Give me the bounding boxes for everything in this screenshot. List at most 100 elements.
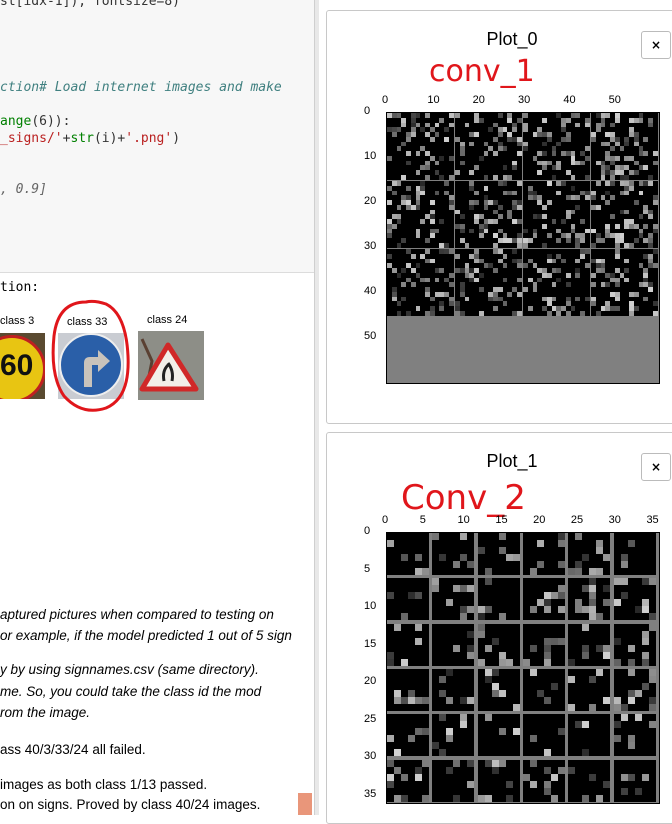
feature-map-pixel xyxy=(613,578,621,586)
feature-map-pixel xyxy=(502,301,508,307)
feature-map-pixel xyxy=(415,728,423,736)
feature-map-pixel xyxy=(558,766,566,774)
feature-map-pixel xyxy=(620,592,628,600)
feature-map-tile xyxy=(523,533,566,576)
feature-map-pixel xyxy=(474,190,479,196)
feature-map-pixel xyxy=(387,658,395,666)
feature-map-pixel xyxy=(401,122,407,128)
feature-map-pixel xyxy=(446,697,454,705)
feature-map-pixel xyxy=(589,599,597,607)
y-tick-label: 50 xyxy=(364,330,377,342)
feature-map-pixel xyxy=(595,127,601,133)
feature-map-pixel xyxy=(464,296,470,302)
feature-map-pixel xyxy=(570,209,576,215)
feature-map-pixel xyxy=(415,568,423,576)
feature-map-pixel xyxy=(505,554,513,562)
feature-map-pixel xyxy=(448,272,454,278)
feature-map-pixel xyxy=(600,174,606,180)
feature-map-pixel xyxy=(582,794,590,802)
feature-map-pixel xyxy=(619,146,625,152)
feature-map-pixel xyxy=(551,151,557,156)
feature-map-pixel xyxy=(570,185,576,191)
feature-map-pixel xyxy=(641,658,649,666)
feature-map-pixel xyxy=(460,714,468,722)
feature-map-pixel xyxy=(589,613,597,621)
feature-map-pixel xyxy=(544,606,552,614)
markdown-text: ass 40/3/33/24 all failed. xyxy=(0,742,146,757)
feature-map-pixel xyxy=(544,766,552,774)
feature-map-pixel xyxy=(467,697,475,705)
feature-map-pixel xyxy=(634,690,642,698)
plot-panel-0: Plot_0 × conv_1 0 10 20 30 40 50 0 10 20 30 40 50 xyxy=(326,10,672,424)
feature-map-tile xyxy=(523,623,566,666)
feature-map-pixel xyxy=(432,533,440,541)
feature-map-pixel xyxy=(600,122,606,128)
feature-map-pixel xyxy=(589,578,597,586)
scrollbar-thumb[interactable] xyxy=(298,793,312,815)
feature-map-pixel xyxy=(459,151,465,156)
feature-map-pixel xyxy=(633,238,639,243)
feature-map-pixel xyxy=(505,780,513,788)
feature-map-pixel xyxy=(467,644,475,652)
feature-map-tile xyxy=(568,759,611,802)
feature-map-pixel xyxy=(439,219,445,224)
feature-map-pixel xyxy=(627,669,635,677)
feature-map-pixel xyxy=(551,174,557,180)
feature-map-pixel xyxy=(591,195,596,201)
feature-map-pixel xyxy=(387,200,392,205)
feature-map-pixel xyxy=(575,606,583,614)
feature-map-pixel xyxy=(542,117,547,123)
feature-map-pixel xyxy=(537,170,543,175)
feature-map-pixel xyxy=(537,277,543,283)
x-tick-label: 25 xyxy=(570,514,584,526)
close-icon[interactable]: × xyxy=(641,31,671,59)
feature-map-pixel xyxy=(624,190,630,196)
feature-map-pixel xyxy=(542,141,547,147)
feature-map-pixel xyxy=(624,268,630,273)
feature-map-pixel xyxy=(591,136,596,142)
feature-map-pixel xyxy=(439,676,447,684)
feature-map-pixel xyxy=(648,721,656,729)
feature-map-pixel xyxy=(502,146,508,152)
feature-map-pixel xyxy=(477,794,485,802)
feature-map-pixel xyxy=(448,301,454,307)
close-icon[interactable]: × xyxy=(641,453,671,481)
feature-map-pixel xyxy=(627,658,635,666)
code-cell[interactable]: st[idx-1]), fontsize=8) ction# Load inte… xyxy=(0,0,314,273)
feature-map-pixel xyxy=(512,704,520,712)
feature-map-pixel xyxy=(551,296,557,302)
feature-map-pixel xyxy=(610,122,615,128)
feature-map-pixel xyxy=(530,759,538,767)
y-tick-label: 35 xyxy=(364,787,377,800)
feature-map-pixel xyxy=(516,310,522,316)
feature-map-pixel xyxy=(467,585,475,593)
feature-map-pixel xyxy=(455,253,460,259)
feature-map-pixel xyxy=(478,155,484,161)
feature-map-pixel xyxy=(544,599,552,607)
feature-map-pixel xyxy=(415,113,421,118)
feature-map-pixel xyxy=(551,794,559,802)
feature-map-pixel xyxy=(467,759,475,767)
feature-map-pixel xyxy=(551,683,559,691)
feature-map-tile xyxy=(432,714,475,757)
feature-map-pixel xyxy=(469,141,475,147)
feature-map-pixel xyxy=(544,749,552,757)
feature-map-tile xyxy=(432,623,475,666)
feature-map-pixel xyxy=(523,113,528,118)
feature-map-pixel xyxy=(467,606,475,614)
feature-map-pixel xyxy=(493,174,498,180)
feature-map-tile xyxy=(568,714,611,757)
feature-map-pixel xyxy=(429,200,435,205)
feature-map-tile xyxy=(568,533,611,576)
feature-map-pixel xyxy=(477,613,485,621)
pane-divider[interactable] xyxy=(314,0,319,815)
feature-map-pixel xyxy=(652,160,658,166)
feature-map-pixel xyxy=(641,651,649,659)
feature-map-pixel xyxy=(648,613,656,621)
feature-map-pixel xyxy=(561,258,566,264)
feature-map-pixel xyxy=(620,787,628,795)
sign-image-speed: 60 xyxy=(0,333,45,399)
feature-map-pixel xyxy=(558,561,566,569)
feature-map-tile xyxy=(477,669,520,712)
feature-map-pixel xyxy=(502,181,508,186)
